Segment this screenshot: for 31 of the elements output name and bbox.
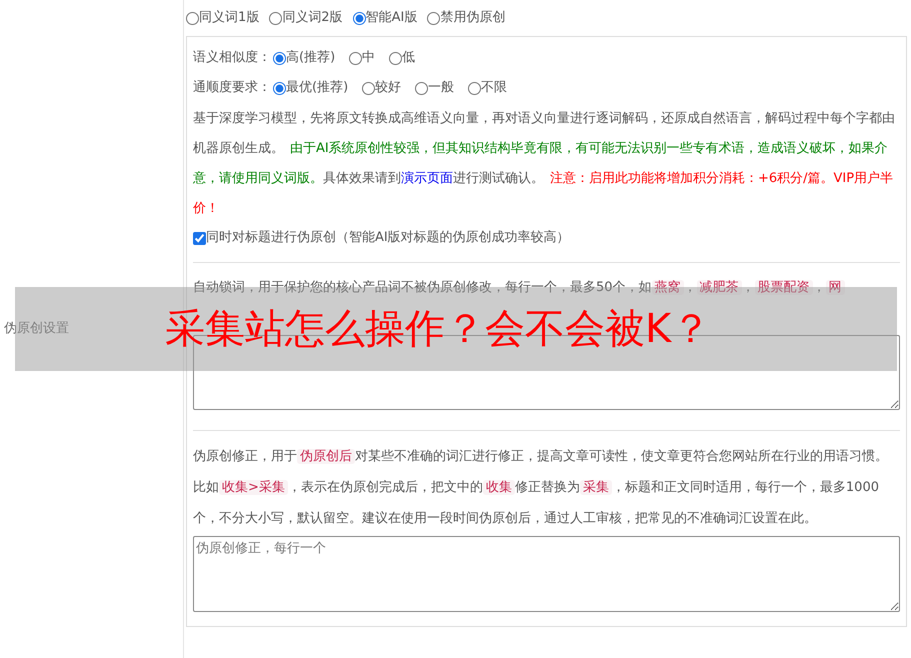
radio-label: 同义词1版 [199, 9, 260, 28]
radio-label: 智能AI版 [366, 9, 418, 28]
radio-button[interactable] [415, 82, 428, 94]
radio-label: 最优(推荐) [286, 79, 348, 98]
radio-label: 一般 [428, 79, 454, 98]
radio-label: 不限 [481, 79, 508, 98]
option-label: 语义相似度： [193, 49, 271, 68]
correction-text: 伪原创修正，用于 伪原创后 对某些不准确的词汇进行修正，提高文章可读性，使文章更符合您网站所在行业的用语习惯。比如 收集>采集 ，表示在伪原创完成后，把文中的 收集 修正替换为 采集 ，标题和正文同时适用，每行一个，最多1000个，不分大小写，默认留空。建议在使用一段时间伪原创后，通过人工审核，把常见的不准确词汇设置在此。 [193, 448, 889, 528]
radio-button[interactable] [269, 12, 282, 24]
radio-label: 较好 [375, 79, 402, 98]
radio-button[interactable] [273, 52, 286, 64]
radio-label: 低 [402, 49, 416, 68]
option-label: 通顺度要求： [193, 79, 271, 98]
radio-button[interactable] [186, 12, 199, 24]
correction-field[interactable]: 伪原创修正，每行一个 [193, 536, 900, 612]
radio-button[interactable] [389, 52, 402, 64]
radio-button[interactable] [362, 82, 376, 94]
radio-button[interactable] [273, 82, 286, 94]
radio-label: 禁用伪原创 [440, 9, 506, 28]
demo-link[interactable]: 演示页面 [401, 171, 453, 186]
radio-button[interactable] [468, 82, 482, 94]
radio-label: 同义词2版 [282, 9, 343, 28]
radio-button[interactable] [352, 12, 366, 24]
radio-label: 中 [362, 49, 376, 68]
radio-label: 高(推荐) [286, 49, 336, 68]
checkbox-label: 同时对标题进行伪原创（智能AI版对标题的伪原创成功率较高） [206, 229, 570, 248]
title-checkbox[interactable] [193, 232, 206, 244]
radio-button[interactable] [427, 12, 440, 24]
section-label: 伪原创设置 [4, 320, 69, 338]
radio-button[interactable] [349, 52, 362, 64]
description-text: 基于深度学习模型，先将原文转换成高维语义向量，再对语义向量进行逐词解码，还原成自然语言，解码过程中每个字都由机器原创生成。 由于AI系统原创性较强，但其知识结构毕竟有限，有可能无法识别一些专有术语，造成语义破坏，如果介意，请使用同义词版。具体效果请到演示页面进行测试确认。 注意：启用此功能将增加积分消耗：+6积分/篇。VIP用户半价！ [193, 110, 896, 218]
